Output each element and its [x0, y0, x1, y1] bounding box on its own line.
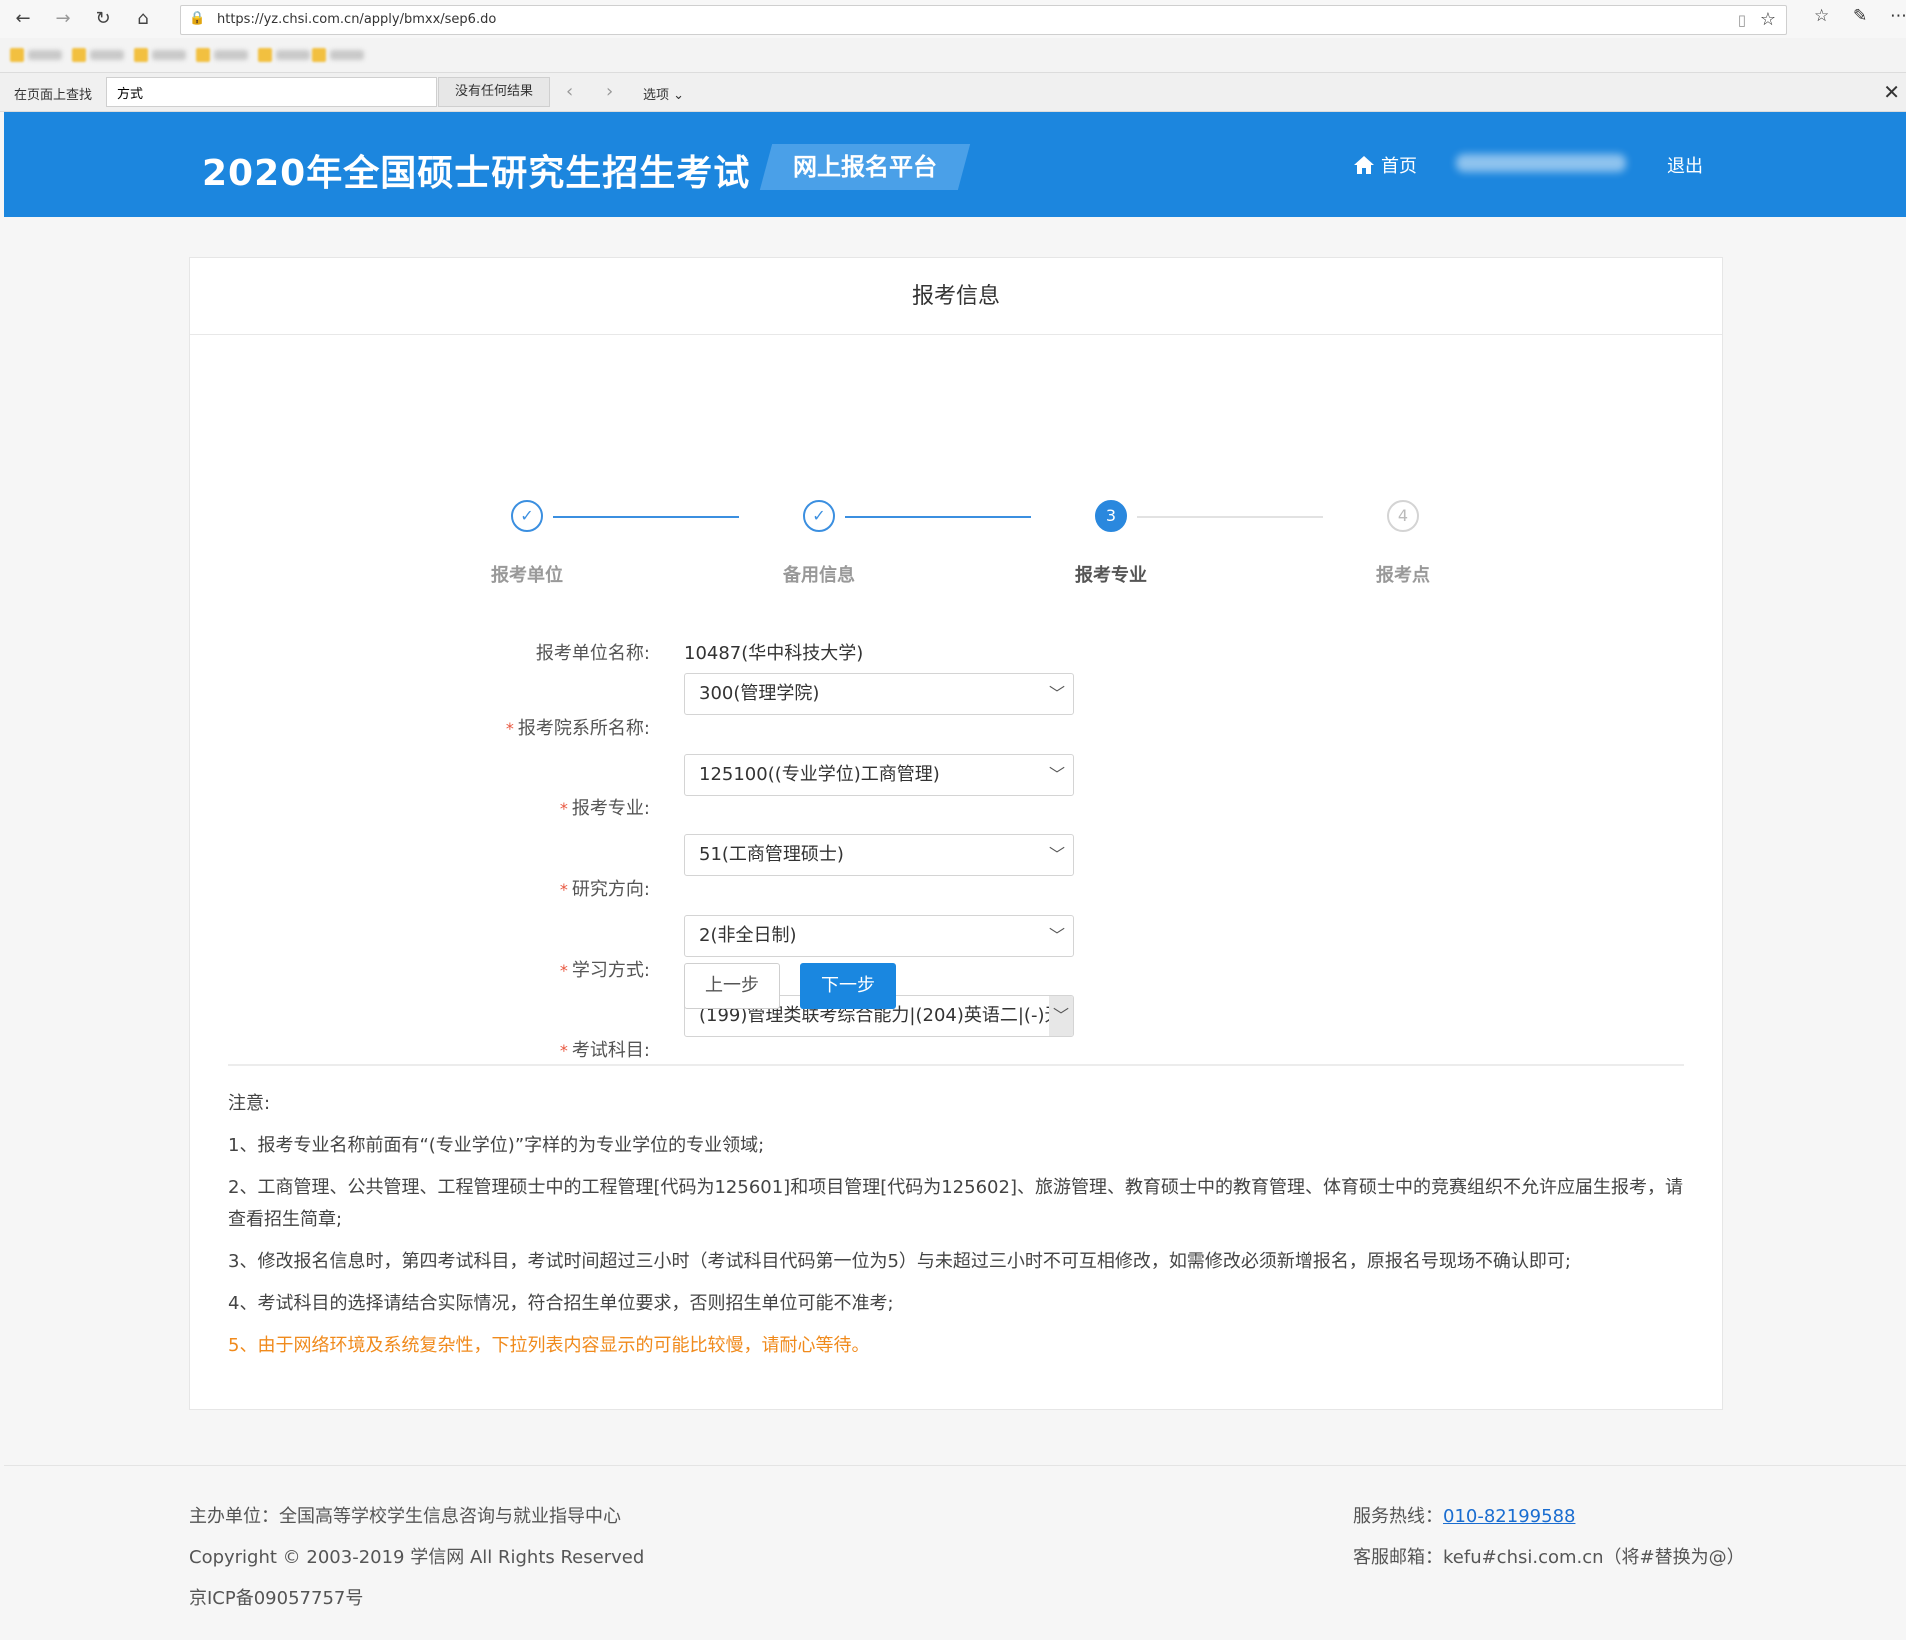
notes-heading: 注意: [228, 1093, 271, 1114]
required-mark: * [559, 799, 568, 818]
folder-icon [258, 48, 272, 62]
step-connector [1137, 516, 1323, 518]
address-bar-row: ← → ↻ ⌂ 🔒 https://yz.chsi.com.cn/apply/b… [0, 0, 1906, 38]
favorite-item[interactable] [258, 47, 310, 63]
unit-name-value: 10487(华中科技大学) [684, 643, 864, 664]
footer-right: 服务热线：010-82199588 客服邮箱：kefu#chsi.com.cn（… [1353, 1496, 1745, 1578]
footer-copyright: Copyright © 2003-2019 学信网 All Rights Res… [189, 1547, 645, 1568]
chevron-down-icon: ﹀ [1049, 996, 1073, 1036]
site-title: 2020年全国硕士研究生招生考试 [202, 153, 751, 194]
direction-label: * 研究方向: [559, 879, 650, 900]
favorite-item[interactable] [196, 47, 248, 63]
step-label-unit: 报考单位 [491, 565, 563, 586]
site-header: 2020年全国硕士研究生招生考试 网上报名平台 首页 退出 [4, 112, 1906, 217]
hotline-link[interactable]: 010-82199588 [1443, 1506, 1575, 1527]
logout-link[interactable]: 退出 [1667, 152, 1703, 178]
favorite-star-icon[interactable]: ☆ [1760, 9, 1776, 30]
favorite-item[interactable] [312, 47, 364, 63]
home-link[interactable]: 首页 [1353, 152, 1417, 178]
notes: 注意: 1、报考专业名称前面有“(专业学位)”字样的为专业学位的专业领域; 2、… [228, 1088, 1684, 1372]
favorite-item[interactable] [72, 47, 124, 63]
step-label-major: 报考专业 [1075, 565, 1147, 586]
unit-name-label: 报考单位名称: [535, 643, 650, 664]
back-icon[interactable]: ← [10, 7, 36, 31]
required-mark: * [559, 880, 568, 899]
chevron-down-icon: ﹀ [1048, 926, 1065, 945]
step-connector [845, 516, 1031, 518]
step-1-check-icon: ✓ [511, 500, 543, 532]
chevron-down-icon: ﹀ [1048, 765, 1065, 784]
user-account[interactable] [1456, 154, 1626, 172]
required-mark: * [559, 961, 568, 980]
note-item: 3、修改报名信息时，第四考试科目，考试时间超过三小时（考试科目代码第一位为5）与… [228, 1251, 1571, 1272]
more-icon[interactable]: ⋯ [1890, 6, 1906, 26]
forward-icon[interactable]: → [50, 7, 76, 31]
favorite-item[interactable] [134, 47, 186, 63]
find-input[interactable] [106, 77, 437, 107]
chevron-down-icon: ﹀ [1048, 845, 1065, 864]
prev-step-button[interactable]: 上一步 [684, 963, 780, 1009]
find-options-button[interactable]: 选项 ⌄ [643, 84, 684, 103]
folder-icon [10, 48, 24, 62]
reading-view-icon[interactable]: ▯ [1738, 11, 1746, 29]
major-label: * 报考专业: [559, 798, 650, 819]
footer-email: 客服邮箱：kefu#chsi.com.cn（将#替换为@） [1353, 1547, 1745, 1568]
note-item: 1、报考专业名称前面有“(专业学位)”字样的为专业学位的专业领域; [228, 1135, 765, 1156]
folder-icon [312, 48, 326, 62]
step-4-number: 4 [1387, 500, 1419, 532]
footer-hotline: 服务热线：010-82199588 [1353, 1506, 1576, 1527]
study-mode-label: * 学习方式: [559, 960, 650, 981]
major-select[interactable]: 125100((专业学位)工商管理) ﹀ [684, 754, 1074, 796]
folder-icon [134, 48, 148, 62]
next-step-button[interactable]: 下一步 [800, 963, 896, 1009]
step-label-backup: 备用信息 [783, 565, 855, 586]
direction-select[interactable]: 51(工商管理硕士) ﹀ [684, 834, 1074, 876]
page: 2020年全国硕士研究生招生考试 网上报名平台 首页 退出 报考信息 ✓ ✓ 3… [4, 112, 1906, 1640]
footer-host: 主办单位：全国高等学校学生信息咨询与就业指导中心 [189, 1506, 621, 1527]
house-icon [1354, 156, 1374, 174]
apply-card: 报考信息 ✓ ✓ 3 4 报考单位 备用信息 报考专业 报考点 报考单位名称: … [189, 257, 1723, 1410]
study-mode-select[interactable]: 2(非全日制) ﹀ [684, 915, 1074, 957]
find-bar: 在页面上查找 没有任何结果 ‹ › 选项 ⌄ ✕ [0, 72, 1906, 112]
find-prev-icon[interactable]: ‹ [566, 81, 573, 102]
pen-icon[interactable]: ✎ [1853, 6, 1867, 26]
note-item-warning: 5、由于网络环境及系统复杂性，下拉列表内容显示的可能比较慢，请耐心等待。 [228, 1335, 870, 1356]
favorite-item[interactable] [10, 47, 62, 63]
refresh-icon[interactable]: ↻ [90, 7, 116, 31]
url-text[interactable]: https://yz.chsi.com.cn/apply/bmxx/sep6.d… [217, 12, 496, 27]
lock-icon: 🔒 [189, 11, 206, 26]
find-close-icon[interactable]: ✕ [1883, 80, 1900, 104]
find-next-icon[interactable]: › [606, 81, 613, 102]
dept-select[interactable]: 300(管理学院) ﹀ [684, 673, 1074, 715]
folder-icon [72, 48, 86, 62]
required-mark: * [559, 1041, 568, 1060]
step-3-number: 3 [1095, 500, 1127, 532]
find-result: 没有任何结果 [438, 77, 550, 107]
address-bar[interactable]: 🔒 https://yz.chsi.com.cn/apply/bmxx/sep6… [180, 5, 1787, 35]
chevron-down-icon: ﹀ [1048, 684, 1065, 703]
home-icon[interactable]: ⌂ [130, 7, 156, 31]
note-item: 2、工商管理、公共管理、工程管理硕士中的工程管理[代码为125601]和项目管理… [228, 1177, 1683, 1230]
find-label: 在页面上查找 [14, 88, 93, 103]
favorites-bar [0, 38, 1906, 72]
folder-icon [196, 48, 210, 62]
footer-left: 主办单位：全国高等学校学生信息咨询与就业指导中心 Copyright © 200… [189, 1496, 644, 1619]
subject-label: * 考试科目: [559, 1040, 650, 1061]
note-item: 4、考试科目的选择请结合实际情况，符合招生单位要求，否则招生单位可能不准考; [228, 1293, 894, 1314]
divider [228, 1064, 1684, 1066]
site-footer: 主办单位：全国高等学校学生信息咨询与就业指导中心 Copyright © 200… [4, 1465, 1906, 1640]
step-label-exam-site: 报考点 [1376, 565, 1430, 586]
required-mark: * [505, 719, 514, 738]
dept-label: * 报考院系所名称: [505, 718, 650, 739]
platform-badge: 网上报名平台 [759, 144, 971, 190]
card-title: 报考信息 [190, 258, 1722, 335]
step-2-check-icon: ✓ [803, 500, 835, 532]
footer-icp[interactable]: 京ICP备09057757号 [189, 1578, 644, 1619]
browser-chrome: ← → ↻ ⌂ 🔒 https://yz.chsi.com.cn/apply/b… [0, 0, 1906, 112]
step-connector [553, 516, 739, 518]
favorites-list-icon[interactable]: ☆ [1814, 6, 1829, 26]
